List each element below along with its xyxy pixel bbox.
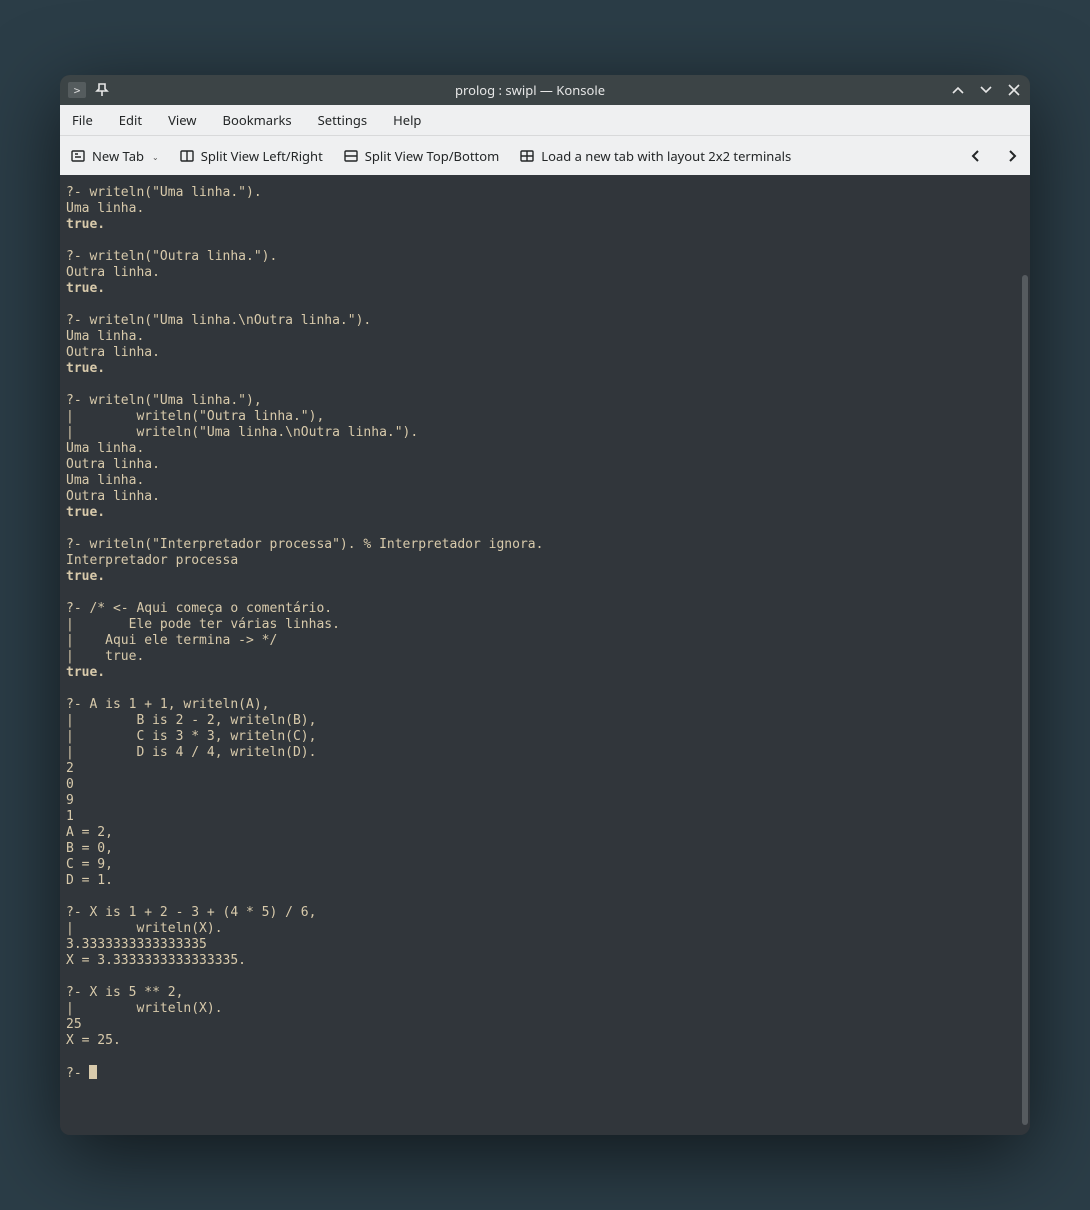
terminal-line xyxy=(66,377,1014,393)
scrollbar[interactable] xyxy=(1020,175,1030,1135)
terminal-line: Uma linha. xyxy=(66,441,1014,457)
terminal-line: 1 xyxy=(66,809,1014,825)
terminal-line: X = 3.3333333333333335. xyxy=(66,953,1014,969)
terminal-line: true. xyxy=(66,505,1014,521)
terminal-line: Outra linha. xyxy=(66,489,1014,505)
terminal-line: Outra linha. xyxy=(66,345,1014,361)
split-top-bottom-button[interactable]: Split View Top/Bottom xyxy=(343,147,499,165)
terminal-line: true. xyxy=(66,217,1014,233)
toolbar-next-button[interactable] xyxy=(1004,148,1020,164)
scrollbar-thumb[interactable] xyxy=(1022,275,1028,1125)
terminal-line: ?- X is 5 ** 2, xyxy=(66,985,1014,1001)
terminal-line xyxy=(66,585,1014,601)
terminal-line: ?- writeln("Interpretador processa"). % … xyxy=(66,537,1014,553)
chevron-down-icon[interactable]: ⌄ xyxy=(152,152,159,165)
menu-view[interactable]: View xyxy=(164,107,200,133)
terminal-line: ?- writeln("Uma linha.\nOutra linha."). xyxy=(66,313,1014,329)
new-tab-label: New Tab xyxy=(92,147,144,165)
menu-edit[interactable]: Edit xyxy=(115,107,146,133)
toolbar: New Tab ⌄ Split View Left/Right Split Vi… xyxy=(60,135,1030,175)
terminal-line: | D is 4 / 4, writeln(D). xyxy=(66,745,1014,761)
toolbar-prev-button[interactable] xyxy=(968,148,984,164)
terminal-line: Uma linha. xyxy=(66,329,1014,345)
terminal-line: B = 0, xyxy=(66,841,1014,857)
terminal-line: ?- A is 1 + 1, writeln(A), xyxy=(66,697,1014,713)
terminal-line: Outra linha. xyxy=(66,265,1014,281)
cursor xyxy=(89,1065,97,1079)
terminal-line xyxy=(66,1049,1014,1065)
konsole-window: prolog : swipl — Konsole File Edit View … xyxy=(60,75,1030,1135)
menu-help[interactable]: Help xyxy=(389,107,425,133)
terminal-line: | C is 3 * 3, writeln(C), xyxy=(66,729,1014,745)
terminal-line xyxy=(66,297,1014,313)
terminal-line: true. xyxy=(66,569,1014,585)
terminal-line: true. xyxy=(66,665,1014,681)
terminal-line: ?- X is 1 + 2 - 3 + (4 * 5) / 6, xyxy=(66,905,1014,921)
close-button[interactable] xyxy=(1006,82,1022,98)
terminal-line: | writeln("Uma linha.\nOutra linha."). xyxy=(66,425,1014,441)
new-tab-button[interactable]: New Tab ⌄ xyxy=(70,147,159,165)
menu-settings[interactable]: Settings xyxy=(314,107,371,133)
terminal-line: | writeln(X). xyxy=(66,921,1014,937)
terminal-prompt-line[interactable]: ?- xyxy=(66,1065,1014,1082)
terminal-line: true. xyxy=(66,361,1014,377)
split-lr-label: Split View Left/Right xyxy=(201,147,323,165)
terminal-line: | writeln(X). xyxy=(66,1001,1014,1017)
terminal-line: ?- writeln("Uma linha."), xyxy=(66,393,1014,409)
terminal-line: Uma linha. xyxy=(66,473,1014,489)
split-tb-label: Split View Top/Bottom xyxy=(365,147,499,165)
window-title: prolog : swipl — Konsole xyxy=(110,81,950,99)
terminal-line: D = 1. xyxy=(66,873,1014,889)
terminal-line xyxy=(66,233,1014,249)
terminal-line: 2 xyxy=(66,761,1014,777)
terminal-line: | B is 2 - 2, writeln(B), xyxy=(66,713,1014,729)
terminal-line: Outra linha. xyxy=(66,457,1014,473)
terminal-line: 0 xyxy=(66,777,1014,793)
terminal-line: | Ele pode ter várias linhas. xyxy=(66,617,1014,633)
terminal-line: 9 xyxy=(66,793,1014,809)
terminal-line: | true. xyxy=(66,649,1014,665)
menu-bookmarks[interactable]: Bookmarks xyxy=(219,107,296,133)
terminal[interactable]: ?- writeln("Uma linha.").Uma linha.true.… xyxy=(60,175,1020,1135)
pin-icon[interactable] xyxy=(94,82,110,98)
terminal-line: C = 9, xyxy=(66,857,1014,873)
layout-label: Load a new tab with layout 2x2 terminals xyxy=(541,147,791,165)
maximize-button[interactable] xyxy=(978,82,994,98)
terminal-line: ?- writeln("Uma linha."). xyxy=(66,185,1014,201)
terminal-line: X = 25. xyxy=(66,1033,1014,1049)
terminal-line: 25 xyxy=(66,1017,1014,1033)
terminal-line: Uma linha. xyxy=(66,201,1014,217)
terminal-line: ?- writeln("Outra linha."). xyxy=(66,249,1014,265)
terminal-line xyxy=(66,521,1014,537)
split-left-right-button[interactable]: Split View Left/Right xyxy=(179,147,323,165)
terminal-line: | Aqui ele termina -> */ xyxy=(66,633,1014,649)
app-icon xyxy=(68,82,86,98)
terminal-line xyxy=(66,681,1014,697)
menu-file[interactable]: File xyxy=(68,107,97,133)
terminal-line: A = 2, xyxy=(66,825,1014,841)
terminal-line: 3.3333333333333335 xyxy=(66,937,1014,953)
layout-2x2-button[interactable]: Load a new tab with layout 2x2 terminals xyxy=(519,147,791,165)
titlebar: prolog : swipl — Konsole xyxy=(60,75,1030,105)
terminal-line: | writeln("Outra linha."), xyxy=(66,409,1014,425)
terminal-line: Interpretador processa xyxy=(66,553,1014,569)
menubar: File Edit View Bookmarks Settings Help xyxy=(60,105,1030,135)
minimize-button[interactable] xyxy=(950,82,966,98)
terminal-line xyxy=(66,889,1014,905)
terminal-line: ?- /* <- Aqui começa o comentário. xyxy=(66,601,1014,617)
terminal-line xyxy=(66,969,1014,985)
terminal-line: true. xyxy=(66,281,1014,297)
